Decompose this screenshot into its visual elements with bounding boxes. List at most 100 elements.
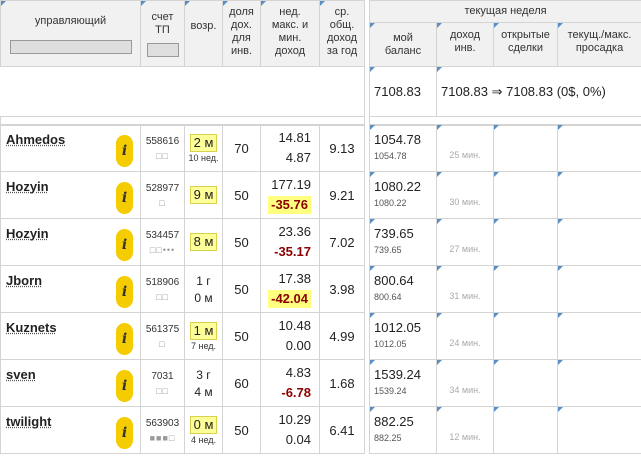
account-filter[interactable] <box>147 43 179 57</box>
weekly-income-cell: 177.19 -35.76 <box>261 172 320 219</box>
open-trades-cell <box>494 266 558 313</box>
info-icon[interactable]: i <box>116 417 133 449</box>
age-cell: 0 м4 нед. <box>185 407 223 454</box>
table-row[interactable]: sven i 7031 □□ 3 г4 м 60 4.83 -6.78 1.68… <box>1 360 641 407</box>
header-avg[interactable]: ср. общ. доход за год <box>320 1 365 67</box>
balance-value: 1054.78 <box>374 132 421 147</box>
header-drawdown[interactable]: текущ./макс. просадка <box>558 23 641 67</box>
manager-name-link[interactable]: twilight <box>6 414 52 429</box>
open-trades-cell <box>494 407 558 454</box>
account-number: 558616 <box>146 136 179 147</box>
balance-value: 1012.05 <box>374 320 421 335</box>
table-row[interactable]: Jborn i 518906 □□ 1 г0 м 50 17.38 -42.04… <box>1 266 641 313</box>
weekly-min-value: 4.87 <box>261 148 311 168</box>
header-open-trades[interactable]: открытые сделки <box>494 23 558 67</box>
age-cell: 3 г4 м <box>185 360 223 407</box>
age-weeks: 7 нед. <box>185 341 222 351</box>
info-icon[interactable]: i <box>116 135 133 167</box>
account-cell: 518906 □□ <box>141 266 185 313</box>
update-time: 30 мин. <box>437 172 494 219</box>
header-account[interactable]: счет ТП <box>141 1 185 67</box>
weekly-min-value: 0.04 <box>261 430 311 450</box>
header-drawdown-label: текущ./макс. просадка <box>558 29 641 55</box>
age-cell: 1 м7 нед. <box>185 313 223 360</box>
rating-dots: □ <box>141 339 184 349</box>
weekly-income-cell: 23.36 -35.17 <box>261 219 320 266</box>
managers-table: управляющий счет ТП возр. доля дох. для … <box>0 0 641 126</box>
table-row[interactable]: Kuznets i 561375 □ 1 м7 нед. 50 10.48 0.… <box>1 313 641 360</box>
age-badge: 1 м <box>190 322 218 340</box>
age-cell: 1 г0 м <box>185 266 223 313</box>
manager-name-link[interactable]: Hozyin <box>6 179 49 194</box>
account-number: 563903 <box>146 418 179 429</box>
age-months: 4 м <box>185 385 222 399</box>
avg-income-value: 3.98 <box>320 266 365 313</box>
balance-sub-value: 739.65 <box>374 243 436 257</box>
header-weekly[interactable]: нед. макс. и мин. доход <box>261 1 320 67</box>
header-avg-label: ср. общ. доход за год <box>324 6 360 58</box>
account-cell: 561375 □ <box>141 313 185 360</box>
open-trades-cell <box>494 360 558 407</box>
table-row[interactable]: Hozyin i 534457 □□••• 8 м 50 23.36 -35.1… <box>1 219 641 266</box>
avg-income-value: 9.13 <box>320 125 365 172</box>
weekly-min-text: -42.04 <box>268 290 311 308</box>
header-share-label: доля дох. для инв. <box>227 6 257 58</box>
summary-income: 7108.83 ⇒ 7108.83 (0$, 0%) <box>437 67 641 117</box>
update-time: 31 мин. <box>437 266 494 313</box>
table-row[interactable]: Hozyin i 528977 □ 9 м 50 177.19 -35.76 9… <box>1 172 641 219</box>
manager-cell: Hozyin i <box>1 172 141 219</box>
account-number: 7031 <box>151 371 173 382</box>
header-manager[interactable]: управляющий <box>1 1 141 67</box>
manager-filter[interactable] <box>10 40 132 54</box>
info-icon[interactable]: i <box>116 182 133 214</box>
balance-sub-value: 1080.22 <box>374 196 436 210</box>
info-icon[interactable]: i <box>116 370 133 402</box>
rating-dots: □ <box>141 198 184 208</box>
summary-blank <box>1 67 365 117</box>
avg-income-value: 7.02 <box>320 219 365 266</box>
avg-income-value: 9.21 <box>320 172 365 219</box>
weekly-max-value: 10.29 <box>261 410 311 430</box>
open-trades-cell <box>494 219 558 266</box>
update-time: 24 мин. <box>437 313 494 360</box>
weekly-min-value: 0.00 <box>261 336 311 356</box>
info-icon[interactable]: i <box>116 323 133 355</box>
balance-cell: 800.64 800.64 <box>370 266 437 313</box>
drawdown-cell <box>558 360 641 407</box>
header-my-balance[interactable]: мой баланс <box>370 23 437 67</box>
account-cell: 558616 □□ <box>141 125 185 172</box>
share-value: 70 <box>223 125 261 172</box>
table-row[interactable]: Ahmedos i 558616 □□ 2 м 10 нед. 70 14.81 … <box>1 125 641 172</box>
weekly-income-cell: 17.38 -42.04 <box>261 266 320 313</box>
update-time: 25 мин. <box>437 125 494 172</box>
weekly-max-value: 4.83 <box>261 363 311 383</box>
info-icon[interactable]: i <box>116 276 133 308</box>
header-manager-label: управляющий <box>1 15 140 28</box>
drawdown-cell <box>558 172 641 219</box>
weekly-min-text: 0.04 <box>286 432 311 447</box>
header-inv-income[interactable]: доход инв. <box>437 23 494 67</box>
header-age[interactable]: возр. <box>185 1 223 67</box>
account-cell: 563903 ■■■□ <box>141 407 185 454</box>
age-cell: 9 м <box>185 172 223 219</box>
header-share[interactable]: доля дох. для инв. <box>223 1 261 67</box>
balance-value: 1539.24 <box>374 367 421 382</box>
share-value: 50 <box>223 313 261 360</box>
info-icon[interactable]: i <box>116 229 133 261</box>
open-trades-cell <box>494 125 558 172</box>
manager-name-link[interactable]: Ahmedos <box>6 132 65 147</box>
balance-sub-value: 882.25 <box>374 431 436 445</box>
avg-income-value: 4.99 <box>320 313 365 360</box>
account-cell: 7031 □□ <box>141 360 185 407</box>
age-badge: 2 м <box>190 134 218 152</box>
rating-dots: ■■■□ <box>141 433 184 443</box>
account-number: 561375 <box>146 324 179 335</box>
manager-name-link[interactable]: Jborn <box>6 273 42 288</box>
header-inv-income-label: доход инв. <box>445 29 485 55</box>
update-time: 12 мин. <box>437 407 494 454</box>
table-row[interactable]: twilight i 563903 ■■■□ 0 м4 нед. 50 10.2… <box>1 407 641 454</box>
weekly-min-value: -6.78 <box>261 383 311 403</box>
manager-name-link[interactable]: Kuznets <box>6 320 57 335</box>
manager-name-link[interactable]: Hozyin <box>6 226 49 241</box>
manager-name-link[interactable]: sven <box>6 367 36 382</box>
